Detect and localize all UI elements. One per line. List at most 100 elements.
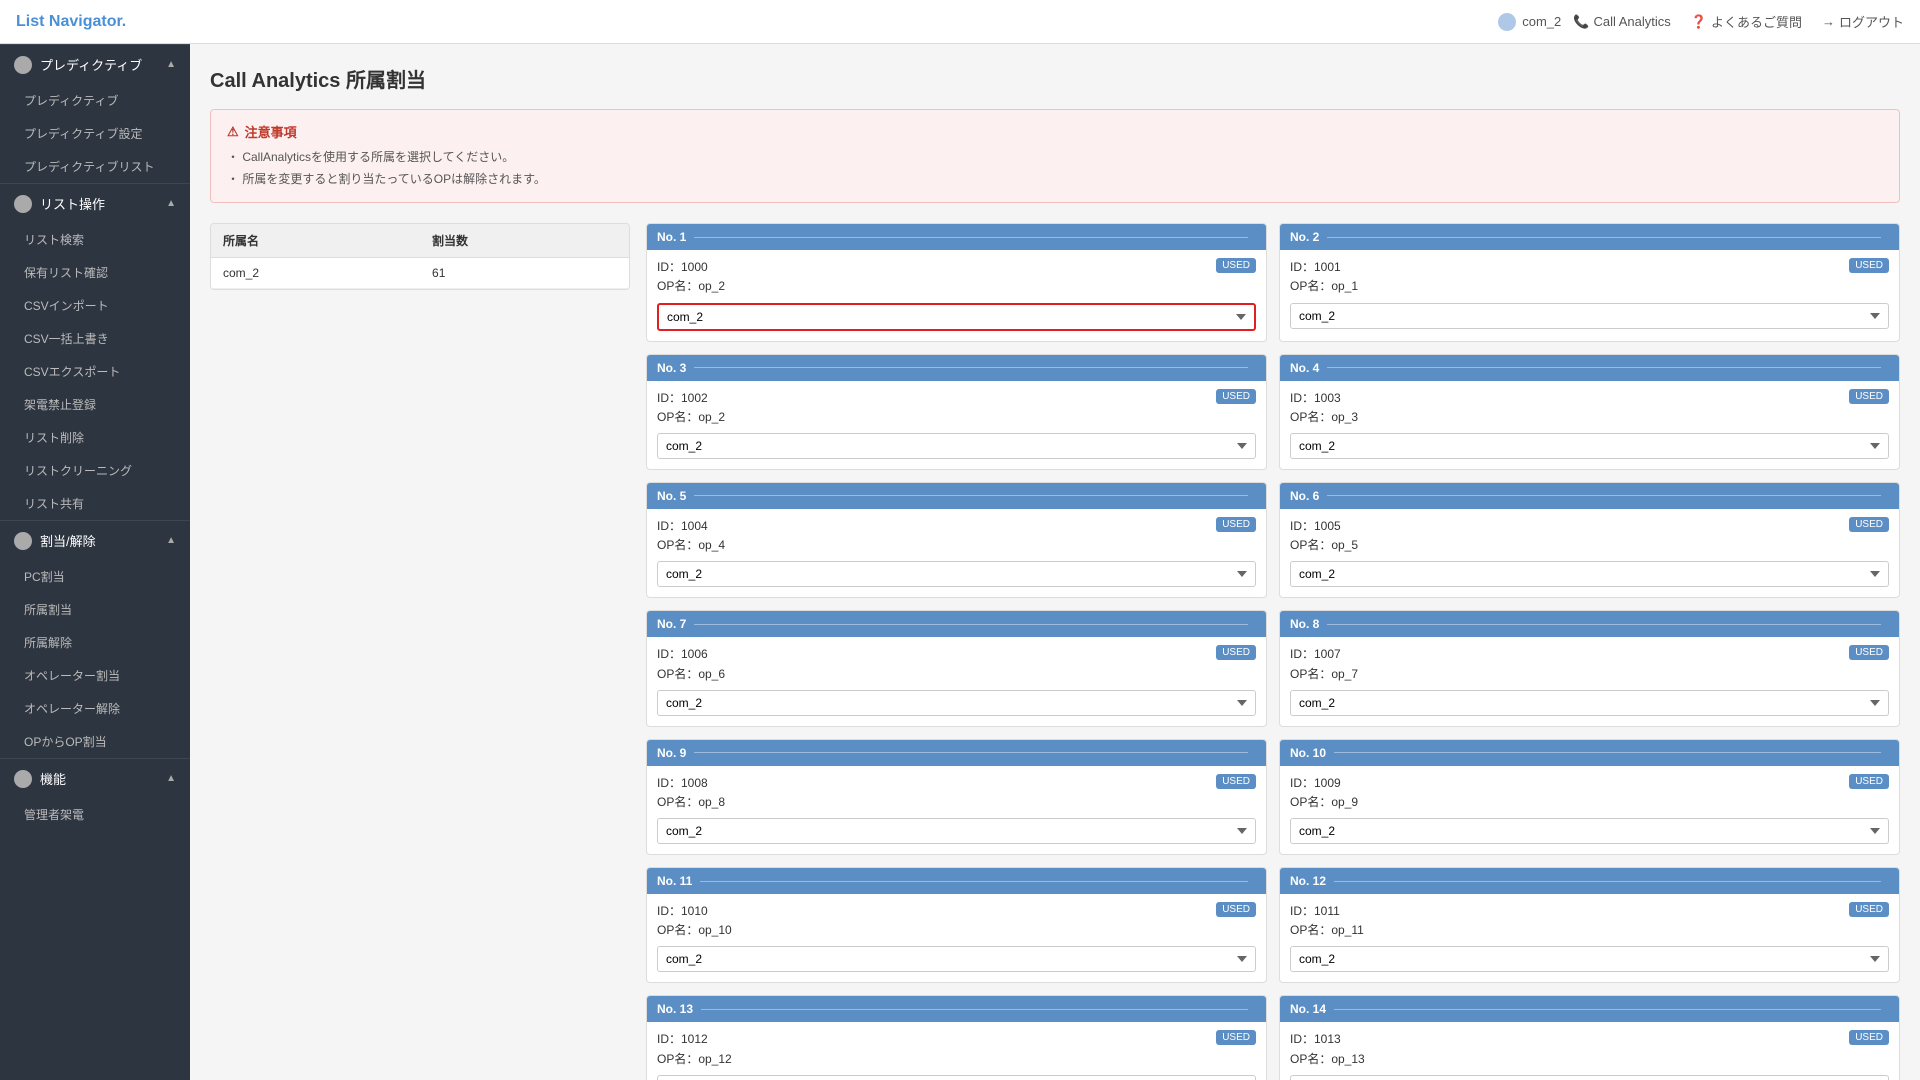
- sidebar-item-predictive-settings[interactable]: プレディクティブ設定: [0, 117, 190, 150]
- sidebar-item-list-cleaning[interactable]: リストクリーニング: [0, 454, 190, 487]
- card-id-11: ID：1010: [657, 902, 732, 921]
- card-op-5: OP名：op_4: [657, 536, 725, 555]
- notice-text: ・ CallAnalyticsを使用する所属を選択してください。 ・ 所属を変更…: [227, 147, 1883, 190]
- sidebar-section-list-ops-header[interactable]: リスト操作 ▲: [0, 184, 190, 223]
- analytics-card-13: No. 13 ID：1012OP名：op_12USEDcom_2: [646, 995, 1267, 1080]
- card-info-4: ID：1003OP名：op_3USED: [1290, 389, 1889, 427]
- analytics-card-2: No. 2 ID：1001OP名：op_1USEDcom_2: [1279, 223, 1900, 341]
- chevron-up-icon-4: ▲: [166, 773, 176, 784]
- card-select-1[interactable]: com_2: [657, 303, 1256, 331]
- sidebar-item-dept-assign[interactable]: 所属割当: [0, 593, 190, 626]
- card-info-text-7: ID：1006OP名：op_6: [657, 645, 725, 683]
- card-info-text-13: ID：1012OP名：op_12: [657, 1030, 732, 1068]
- card-select-6[interactable]: com_2: [1290, 561, 1889, 587]
- card-body-9: ID：1008OP名：op_8USEDcom_2: [647, 766, 1266, 854]
- card-header-line-6: [1327, 495, 1881, 496]
- card-op-2: OP名：op_1: [1290, 277, 1358, 296]
- card-id-14: ID：1013: [1290, 1030, 1365, 1049]
- faq-nav[interactable]: ❓ よくあるご質問: [1691, 12, 1802, 31]
- sidebar-item-op-release[interactable]: オペレーター解除: [0, 692, 190, 725]
- card-header-8: No. 8: [1280, 611, 1899, 637]
- logout-label: ログアウト: [1839, 12, 1904, 31]
- card-info-13: ID：1012OP名：op_12USED: [657, 1030, 1256, 1068]
- card-select-8[interactable]: com_2: [1290, 690, 1889, 716]
- used-badge-6: USED: [1849, 517, 1889, 532]
- card-no-5: No. 5: [657, 489, 686, 503]
- sidebar-section-predictive-title: プレディクティブ: [40, 55, 158, 74]
- card-id-5: ID：1004: [657, 517, 725, 536]
- card-op-1: OP名：op_2: [657, 277, 725, 296]
- card-no-10: No. 10: [1290, 746, 1326, 760]
- call-analytics-nav[interactable]: 📞 Call Analytics: [1573, 14, 1671, 30]
- card-info-3: ID：1002OP名：op_2USED: [657, 389, 1256, 427]
- card-info-12: ID：1011OP名：op_11USED: [1290, 902, 1889, 940]
- card-body-10: ID：1009OP名：op_9USEDcom_2: [1280, 766, 1899, 854]
- department-table-inner: 所属名 割当数 com_261: [211, 224, 629, 289]
- sidebar-item-list-confirm[interactable]: 保有リスト確認: [0, 256, 190, 289]
- card-no-6: No. 6: [1290, 489, 1319, 503]
- card-id-13: ID：1012: [657, 1030, 732, 1049]
- card-header-line-3: [694, 367, 1248, 368]
- sidebar-item-list-share[interactable]: リスト共有: [0, 487, 190, 520]
- dept-count-cell: 61: [420, 258, 629, 289]
- chevron-up-icon: ▲: [166, 59, 176, 70]
- sidebar-item-call-ban[interactable]: 架電禁止登録: [0, 388, 190, 421]
- card-select-10[interactable]: com_2: [1290, 818, 1889, 844]
- card-select-11[interactable]: com_2: [657, 946, 1256, 972]
- card-no-3: No. 3: [657, 361, 686, 375]
- card-body-14: ID：1013OP名：op_13USEDcom_2: [1280, 1022, 1899, 1080]
- card-body-13: ID：1012OP名：op_12USED com_2: [647, 1022, 1266, 1080]
- sidebar-section-functions: 機能 ▲ 管理者架電: [0, 758, 190, 831]
- sidebar-item-admin-call[interactable]: 管理者架電: [0, 798, 190, 831]
- sidebar: プレディクティブ ▲ プレディクティブ プレディクティブ設定 プレディクティブリ…: [0, 44, 190, 1080]
- card-no-12: No. 12: [1290, 874, 1326, 888]
- notice-box: ⚠ 注意事項 ・ CallAnalyticsを使用する所属を選択してください。 …: [210, 109, 1900, 203]
- analytics-card-4: No. 4 ID：1003OP名：op_3USED com_2: [1279, 354, 1900, 470]
- headset-icon: [14, 56, 32, 74]
- card-header-line-7: [694, 624, 1248, 625]
- sidebar-item-predictive[interactable]: プレディクティブ: [0, 84, 190, 117]
- topbar-nav: 📞 Call Analytics ❓ よくあるご質問 → ログアウト: [1573, 12, 1904, 31]
- card-select-7[interactable]: com_2: [657, 690, 1256, 716]
- sidebar-section-predictive-header[interactable]: プレディクティブ ▲: [0, 45, 190, 84]
- card-no-2: No. 2: [1290, 230, 1319, 244]
- sidebar-section-assign-header[interactable]: 割当/解除 ▲: [0, 521, 190, 560]
- content-area: 所属名 割当数 com_261 No. 1 ID：1000OP名：op_2USE…: [210, 223, 1900, 1080]
- card-op-8: OP名：op_7: [1290, 665, 1358, 684]
- card-info-text-6: ID：1005OP名：op_5: [1290, 517, 1358, 555]
- card-op-3: OP名：op_2: [657, 408, 725, 427]
- sidebar-item-csv-import[interactable]: CSVインポート: [0, 289, 190, 322]
- card-select-12[interactable]: com_2: [1290, 946, 1889, 972]
- sidebar-item-pc-assign[interactable]: PC割当: [0, 560, 190, 593]
- logout-nav[interactable]: → ログアウト: [1822, 12, 1904, 31]
- card-op-6: OP名：op_5: [1290, 536, 1358, 555]
- card-header-11: No. 11: [647, 868, 1266, 894]
- sidebar-section-functions-header[interactable]: 機能 ▲: [0, 759, 190, 798]
- person-icon: [14, 532, 32, 550]
- card-select-3[interactable]: com_2: [657, 433, 1256, 459]
- faq-label: よくあるご質問: [1711, 12, 1802, 31]
- sidebar-item-list-delete[interactable]: リスト削除: [0, 421, 190, 454]
- sidebar-item-op-assign[interactable]: オペレーター割当: [0, 659, 190, 692]
- card-select-13[interactable]: com_2: [657, 1075, 1256, 1080]
- sidebar-item-list-search[interactable]: リスト検索: [0, 223, 190, 256]
- sidebar-item-predictive-list[interactable]: プレディクティブリスト: [0, 150, 190, 183]
- card-select-4[interactable]: com_2: [1290, 433, 1889, 459]
- card-info-text-3: ID：1002OP名：op_2: [657, 389, 725, 427]
- card-select-5[interactable]: com_2: [657, 561, 1256, 587]
- analytics-card-10: No. 10 ID：1009OP名：op_9USEDcom_2: [1279, 739, 1900, 855]
- sidebar-section-list-ops: リスト操作 ▲ リスト検索 保有リスト確認 CSVインポート CSV一括上書き …: [0, 183, 190, 520]
- sidebar-item-csv-bulk[interactable]: CSV一括上書き: [0, 322, 190, 355]
- card-id-7: ID：1006: [657, 645, 725, 664]
- card-select-2[interactable]: com_2: [1290, 303, 1889, 329]
- card-select-14[interactable]: com_2: [1290, 1075, 1889, 1080]
- card-select-9[interactable]: com_2: [657, 818, 1256, 844]
- sidebar-item-op-from-op[interactable]: OPからOP割当: [0, 725, 190, 758]
- card-header-line-14: [1334, 1009, 1881, 1010]
- sidebar-item-csv-export[interactable]: CSVエクスポート: [0, 355, 190, 388]
- card-header-4: No. 4: [1280, 355, 1899, 381]
- card-header-line-13: [701, 1009, 1248, 1010]
- card-op-11: OP名：op_10: [657, 921, 732, 940]
- card-body-7: ID：1006OP名：op_6USEDcom_2: [647, 637, 1266, 725]
- sidebar-item-dept-release[interactable]: 所属解除: [0, 626, 190, 659]
